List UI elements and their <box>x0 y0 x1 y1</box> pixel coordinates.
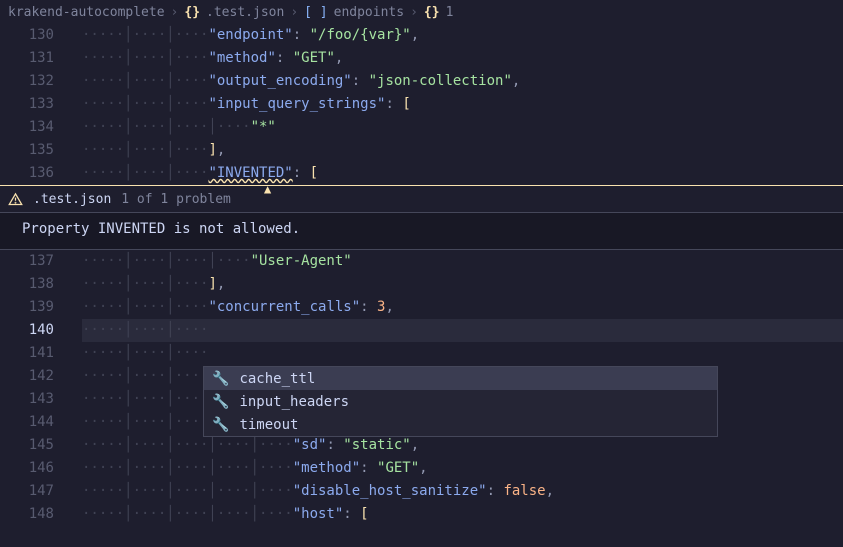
autocomplete-label: timeout <box>239 417 298 433</box>
line-number: 146 <box>0 457 82 480</box>
autocomplete-item[interactable]: 🔧 cache_ttl <box>204 367 717 390</box>
line-gutter: 130 131 132 133 134 135 136 <box>0 24 82 185</box>
autocomplete-label: input_headers <box>239 394 349 410</box>
code-line[interactable]: ·····│····│····│····│····"method": "GET"… <box>82 457 843 480</box>
autocomplete-label: cache_ttl <box>239 371 315 387</box>
code-line[interactable]: ·····│····│····"output_encoding": "json-… <box>82 70 843 93</box>
line-gutter: 137 138 139 140 141 142 143 144 145 146 … <box>0 250 82 526</box>
autocomplete-item[interactable]: 🔧 input_headers <box>204 390 717 413</box>
line-number: 135 <box>0 139 82 162</box>
code-line[interactable]: ·····│····│····│····│····"host": [ <box>82 503 843 526</box>
line-number: 142 <box>0 365 82 388</box>
code-line[interactable]: ·····│····│····"method": "GET", <box>82 47 843 70</box>
braces-icon: {} <box>424 5 440 20</box>
autocomplete-popup[interactable]: 🔧 cache_ttl 🔧 input_headers 🔧 timeout <box>203 366 718 437</box>
code-line[interactable]: ·····│····│····│····"User-Agent" <box>82 250 843 273</box>
marker-arrow-icon: ▲ <box>264 182 271 196</box>
code-area[interactable]: ·····│····│····"endpoint": "/foo/{var}",… <box>82 24 843 185</box>
chevron-right-icon: › <box>290 5 298 20</box>
code-line[interactable]: ·····│····│····"input_query_strings": [ <box>82 93 843 116</box>
code-line[interactable]: ·····│····│····"endpoint": "/foo/{var}", <box>82 24 843 47</box>
line-number: 148 <box>0 503 82 526</box>
problems-bar[interactable]: .test.json 1 of 1 problem <box>0 185 843 213</box>
breadcrumb-file[interactable]: .test.json <box>206 5 284 20</box>
editor-pane-top[interactable]: 130 131 132 133 134 135 136 ·····│····│·… <box>0 24 843 185</box>
warning-icon <box>8 192 23 207</box>
chevron-right-icon: › <box>171 5 179 20</box>
line-number: 133 <box>0 93 82 116</box>
problem-message: Property INVENTED is not allowed. <box>0 213 843 250</box>
breadcrumb-index[interactable]: 1 <box>446 5 454 20</box>
code-line[interactable]: ·····│····│····│····│····"disable_host_s… <box>82 480 843 503</box>
line-number: 134 <box>0 116 82 139</box>
breadcrumb[interactable]: krakend-autocomplete › {} .test.json › [… <box>0 0 843 24</box>
code-line-current[interactable]: ·····│····│···· <box>82 319 843 342</box>
line-number: 138 <box>0 273 82 296</box>
code-line[interactable]: ·····│····│····"concurrent_calls": 3, <box>82 296 843 319</box>
problems-file[interactable]: .test.json <box>33 192 111 207</box>
line-number: 144 <box>0 411 82 434</box>
line-number: 145 <box>0 434 82 457</box>
wrench-icon: 🔧 <box>212 371 229 387</box>
warning-token: "INVENTED" <box>208 165 292 181</box>
line-number: 130 <box>0 24 82 47</box>
braces-icon: {} <box>184 5 200 20</box>
code-line[interactable]: ·····│····│····], <box>82 139 843 162</box>
line-number: 140 <box>0 319 82 342</box>
line-number: 137 <box>0 250 82 273</box>
problems-count: 1 of 1 problem <box>121 192 231 207</box>
breadcrumb-project[interactable]: krakend-autocomplete <box>8 5 165 20</box>
chevron-right-icon: › <box>410 5 418 20</box>
line-number: 131 <box>0 47 82 70</box>
breadcrumb-section[interactable]: endpoints <box>334 5 404 20</box>
line-number: 147 <box>0 480 82 503</box>
line-number: 141 <box>0 342 82 365</box>
code-line[interactable]: ·····│····│···· <box>82 342 843 365</box>
brackets-icon: [ ] <box>304 5 327 20</box>
line-number: 136 <box>0 162 82 185</box>
autocomplete-item[interactable]: 🔧 timeout <box>204 413 717 436</box>
wrench-icon: 🔧 <box>212 394 229 410</box>
code-line[interactable]: ·····│····│····│····│····"sd": "static", <box>82 434 843 457</box>
line-number: 143 <box>0 388 82 411</box>
wrench-icon: 🔧 <box>212 417 229 433</box>
line-number: 132 <box>0 70 82 93</box>
code-line[interactable]: ·····│····│····"INVENTED": [ <box>82 162 843 185</box>
code-line[interactable]: ·····│····│····│····"*" <box>82 116 843 139</box>
code-line[interactable]: ·····│····│····], <box>82 273 843 296</box>
line-number: 139 <box>0 296 82 319</box>
